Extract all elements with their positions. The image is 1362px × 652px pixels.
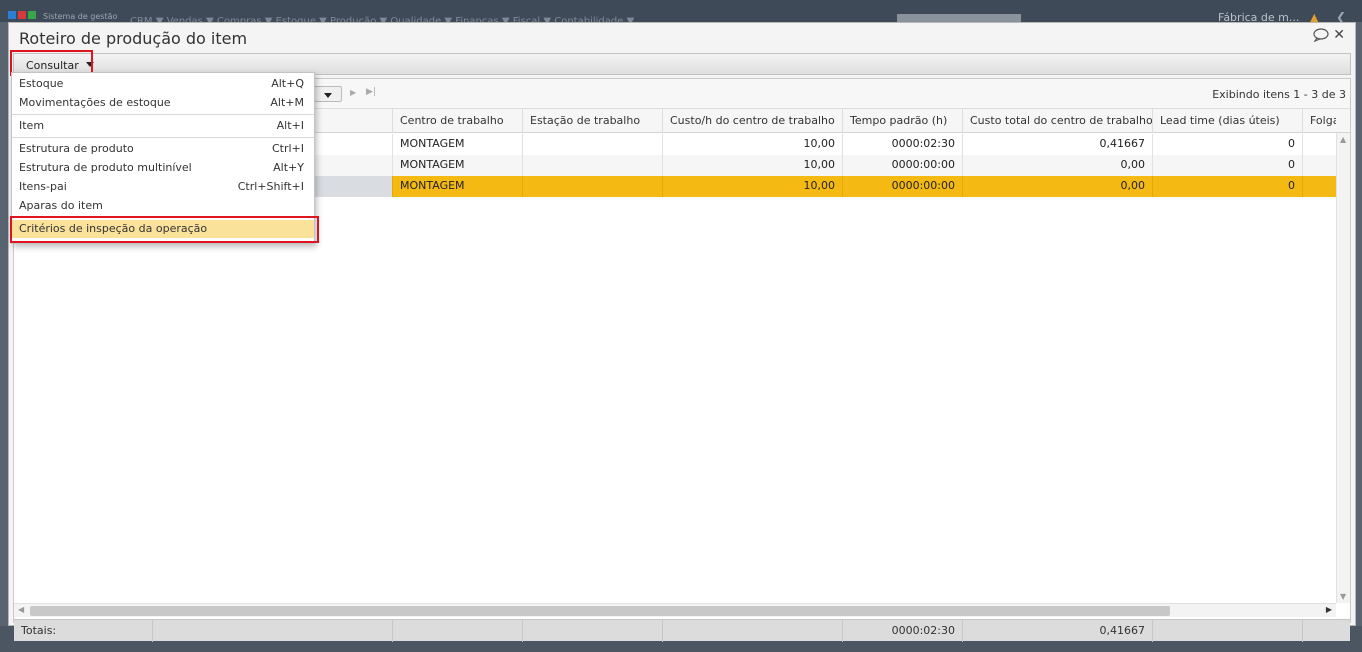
totals-empty (392, 620, 522, 642)
scroll-up-icon[interactable]: ▲ (1340, 135, 1346, 144)
col-header-estacao[interactable]: Estação de trabalho (522, 109, 662, 133)
cell-folga (1302, 134, 1336, 155)
cell-centro: MONTAGEM (392, 134, 522, 155)
cell-estacao (522, 134, 662, 155)
cell-tempo: 0000:02:30 (842, 134, 962, 155)
menu-item-movimentacoes[interactable]: Movimentações de estoque Alt+M (12, 94, 314, 112)
totals-label: Totais: (21, 624, 57, 637)
totals-empty (1152, 620, 1302, 642)
cell-centro: MONTAGEM (392, 155, 522, 176)
menu-item-label: Estrutura de produto multinível (19, 161, 192, 174)
chevron-down-icon (324, 93, 332, 98)
cell-custo-total: 0,00 (962, 176, 1152, 197)
menu-separator (12, 114, 314, 115)
cell-tempo: 0000:00:00 (842, 155, 962, 176)
menu-item-aparas[interactable]: Aparas do item (12, 197, 314, 215)
menu-item-shortcut: Alt+Y (273, 161, 304, 174)
menu-item-shortcut: Alt+M (270, 96, 304, 109)
menu-item-estoque[interactable]: Estoque Alt+Q (12, 75, 314, 93)
cell-folga (1302, 155, 1336, 176)
menu-item-label: Estrutura de produto (19, 142, 134, 155)
col-header-folga[interactable]: Folga (1302, 109, 1336, 133)
app-logo-icon (8, 11, 38, 19)
menu-item-shortcut: Alt+I (276, 119, 304, 132)
scroll-down-icon[interactable]: ▼ (1340, 592, 1346, 601)
menu-item-shortcut: Alt+Q (271, 77, 304, 90)
criterios-highlight (10, 216, 319, 243)
dialog-title: Roteiro de produção do item (19, 29, 248, 48)
menu-item-estrutura-multinivel[interactable]: Estrutura de produto multinível Alt+Y (12, 159, 314, 177)
totals-empty (522, 620, 662, 642)
cell-lead-time: 0 (1152, 134, 1302, 155)
menu-item-label: Aparas do item (19, 199, 103, 212)
last-page-icon[interactable]: ▶| (366, 87, 376, 97)
totals-custo-total: 0,41667 (962, 620, 1152, 642)
menu-item-item[interactable]: Item Alt+I (12, 117, 314, 135)
cell-folga (1302, 176, 1336, 197)
app-top-bar: Sistema de gestão CRM ▼ Vendas ▼ Compras… (0, 0, 1362, 27)
menu-item-label: Itens-pai (19, 180, 67, 193)
comment-icon[interactable] (1313, 28, 1329, 42)
close-icon[interactable]: ✕ (1333, 27, 1345, 43)
menu-item-shortcut: Ctrl+Shift+I (237, 180, 304, 193)
app-title: Sistema de gestão (43, 12, 118, 21)
cell-tempo: 0000:00:00 (842, 176, 962, 197)
totals-empty (1302, 620, 1350, 642)
cell-estacao (522, 155, 662, 176)
col-header-tempo[interactable]: Tempo padrão (h) (842, 109, 962, 133)
horizontal-scrollbar[interactable]: ◀ ▶ (14, 603, 1336, 617)
totals-empty (152, 620, 392, 642)
totals-row: Totais: 0000:02:30 0,41667 (14, 619, 1350, 642)
menu-separator (12, 137, 314, 138)
scroll-left-icon[interactable]: ◀ (18, 605, 24, 614)
menu-item-shortcut: Ctrl+I (271, 142, 304, 155)
col-header-custo-h[interactable]: Custo/h do centro de trabalho (662, 109, 842, 133)
next-page-icon[interactable]: ▶ (350, 88, 356, 97)
col-header-lead-time[interactable]: Lead time (dias úteis) (1152, 109, 1302, 133)
cell-custo-h: 10,00 (662, 155, 842, 176)
totals-empty (662, 620, 842, 642)
cell-lead-time: 0 (1152, 176, 1302, 197)
pager-info: Exibindo itens 1 - 3 de 3 (1212, 88, 1346, 101)
cell-custo-total: 0,41667 (962, 134, 1152, 155)
col-header-centro[interactable]: Centro de trabalho (392, 109, 522, 133)
cell-custo-total: 0,00 (962, 155, 1152, 176)
menu-item-itens-pai[interactable]: Itens-pai Ctrl+Shift+I (12, 178, 314, 196)
menu-item-label: Movimentações de estoque (19, 96, 171, 109)
menu-item-estrutura[interactable]: Estrutura de produto Ctrl+I (12, 140, 314, 158)
menu-item-label: Estoque (19, 77, 64, 90)
scroll-right-icon[interactable]: ▶ (1326, 605, 1332, 614)
scroll-thumb[interactable] (30, 606, 1170, 616)
vertical-scrollbar[interactable]: ▲ ▼ (1336, 133, 1350, 603)
cell-custo-h: 10,00 (662, 134, 842, 155)
totals-tempo: 0000:02:30 (842, 620, 962, 642)
cell-lead-time: 0 (1152, 155, 1302, 176)
cell-estacao (522, 176, 662, 197)
cell-custo-h: 10,00 (662, 176, 842, 197)
col-header-custo-total[interactable]: Custo total do centro de trabalho (962, 109, 1152, 133)
menu-item-label: Item (19, 119, 45, 132)
cell-centro: MONTAGEM (392, 176, 522, 197)
page-size-select[interactable] (314, 86, 342, 102)
